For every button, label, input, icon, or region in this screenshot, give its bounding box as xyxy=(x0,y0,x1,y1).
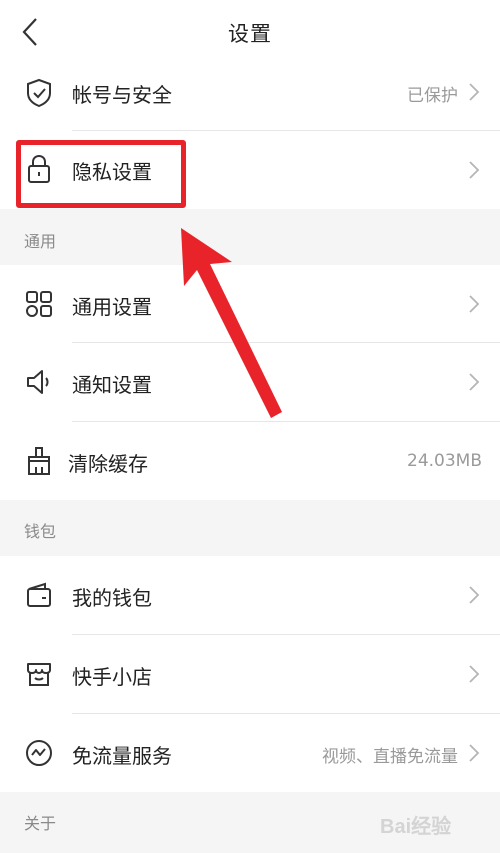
shop-row[interactable]: 快手小店 xyxy=(0,635,500,713)
wallet-row[interactable]: 我的钱包 xyxy=(0,556,500,634)
chevron-right-icon xyxy=(466,664,482,684)
general-settings-label: 通用设置 xyxy=(72,295,152,319)
chevron-right-icon xyxy=(466,585,482,605)
account-security-label: 帐号与安全 xyxy=(72,83,172,107)
section-about-label: 关于 xyxy=(24,814,57,833)
section-general-label: 通用 xyxy=(24,232,57,251)
shop-label: 快手小店 xyxy=(72,665,152,689)
grid-four-icon xyxy=(24,289,54,319)
broom-icon xyxy=(24,446,54,476)
chevron-right-icon xyxy=(466,743,482,763)
wave-circle-icon xyxy=(24,738,54,768)
section-header-wallet: 钱包 xyxy=(0,500,500,556)
chevron-right-icon xyxy=(466,160,482,180)
watermark-text: Bai经验 xyxy=(380,816,452,838)
chevron-right-icon xyxy=(466,372,482,392)
notification-settings-row[interactable]: 通知设置 xyxy=(0,343,500,421)
data-free-service-desc: 视频、直播免流量 xyxy=(322,747,458,767)
section-header-general: 通用 xyxy=(0,209,500,265)
account-security-status: 已保护 xyxy=(407,86,458,106)
data-free-service-row[interactable]: 免流量服务 视频、直播免流量 xyxy=(0,714,500,792)
clear-cache-label: 清除缓存 xyxy=(68,452,148,476)
shield-check-icon xyxy=(24,78,54,108)
highlight-box xyxy=(16,140,186,208)
section-wallet-label: 钱包 xyxy=(24,522,57,541)
clear-cache-row[interactable]: 清除缓存 24.03MB xyxy=(0,422,500,500)
notification-settings-label: 通知设置 xyxy=(72,373,152,397)
wallet-icon xyxy=(24,580,54,610)
chevron-right-icon xyxy=(466,82,482,102)
nav-bar: 设置 xyxy=(0,0,500,64)
account-security-row[interactable]: 帐号与安全 已保护 xyxy=(0,62,500,124)
data-free-service-label: 免流量服务 xyxy=(72,744,172,768)
cache-size: 24.03MB xyxy=(407,451,482,471)
general-settings-row[interactable]: 通用设置 xyxy=(0,265,500,342)
page-title: 设置 xyxy=(228,22,272,46)
speaker-icon xyxy=(24,367,54,397)
watermark: Bai经验 xyxy=(380,800,490,840)
store-icon xyxy=(24,659,54,689)
chevron-right-icon xyxy=(466,294,482,314)
wallet-label: 我的钱包 xyxy=(72,586,152,610)
